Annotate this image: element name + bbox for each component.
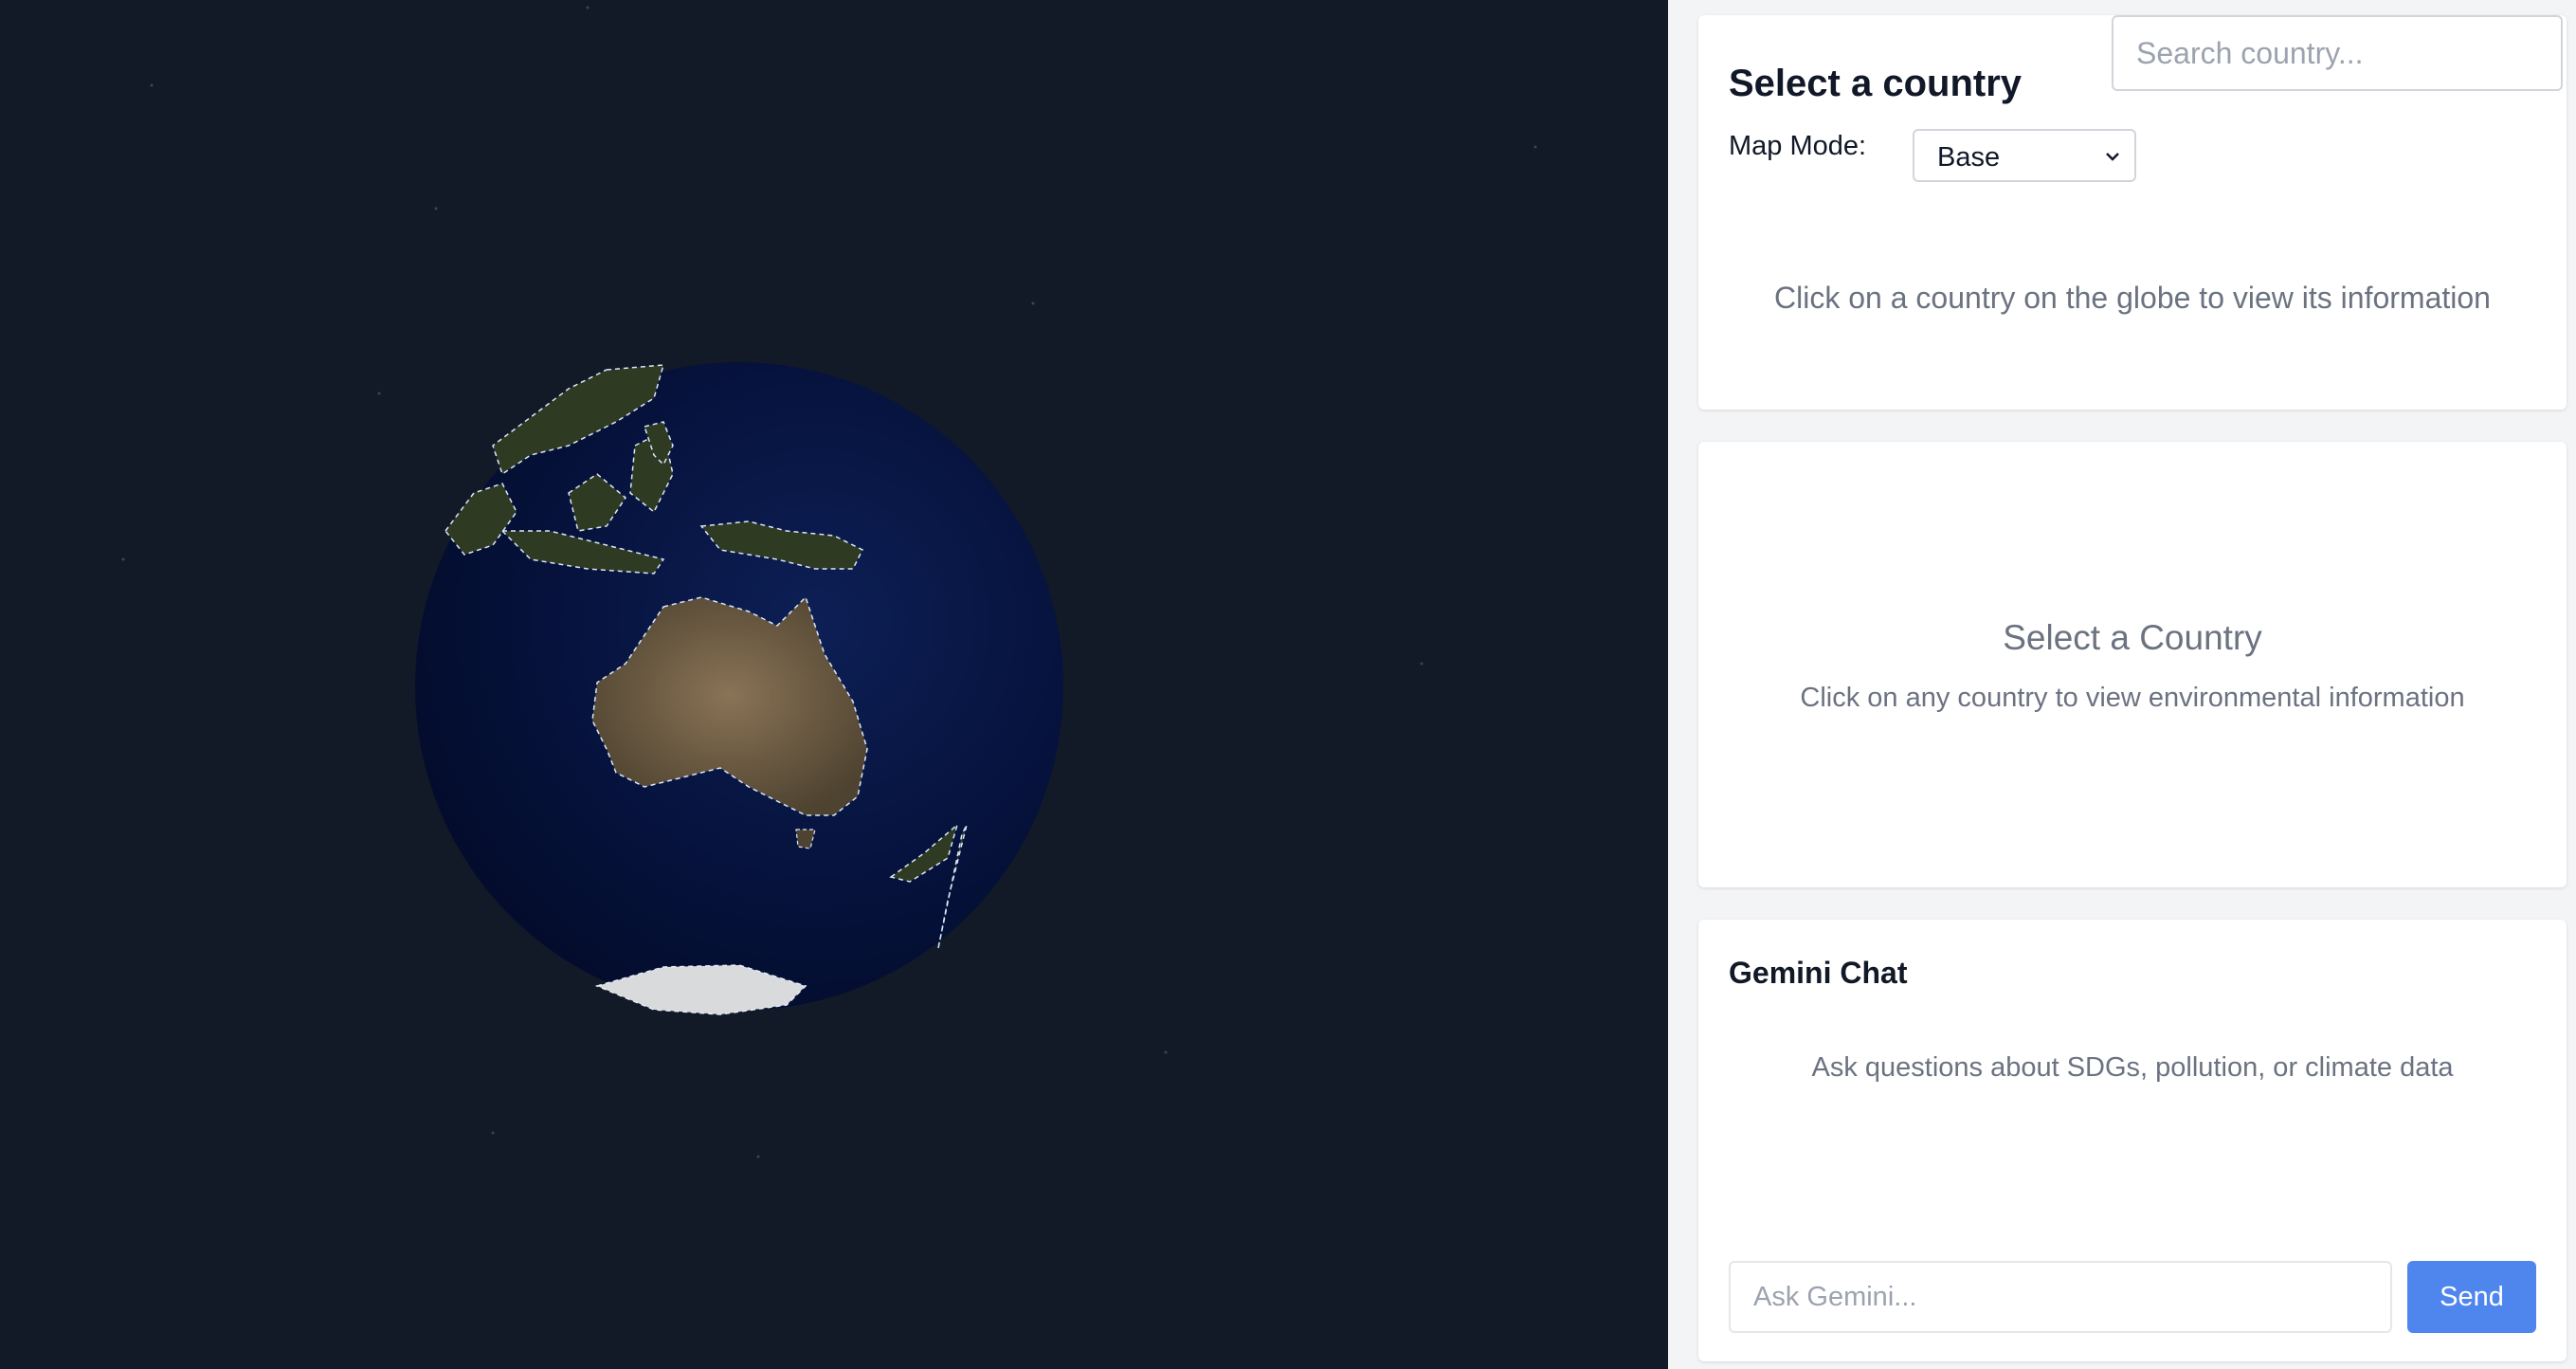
country-panel-title: Select a country — [1729, 63, 2023, 104]
chat-panel-title: Gemini Chat — [1729, 956, 1908, 990]
environment-panel-title: Select a Country — [2003, 618, 2262, 657]
map-mode-value: Base — [1937, 142, 2001, 173]
environment-card: Select a Country Click on any country to… — [1698, 442, 2567, 887]
app-root: Select a country Map Mode: Base Click on… — [0, 0, 2576, 1369]
country-hint-text: Click on a country on the globe to view … — [1774, 281, 2491, 315]
chat-input[interactable] — [1729, 1261, 2392, 1333]
globe-viewport[interactable] — [0, 0, 1668, 1369]
environment-hint-text: Click on any country to view environment… — [1800, 683, 2465, 713]
chevron-down-icon — [2106, 153, 2119, 161]
map-mode-select[interactable]: Base — [1913, 129, 2136, 182]
country-card: Select a country Map Mode: Base Click on… — [1698, 15, 2567, 410]
chat-card: Gemini Chat Ask questions about SDGs, po… — [1698, 920, 2567, 1361]
globe-canvas[interactable] — [0, 0, 1668, 1369]
chat-hint-text: Ask questions about SDGs, pollution, or … — [1811, 1052, 2454, 1083]
sidebar: Select a country Map Mode: Base Click on… — [1668, 0, 2576, 1369]
map-mode-label: Map Mode: — [1729, 131, 1867, 161]
send-button[interactable]: Send — [2407, 1261, 2536, 1333]
search-country-input[interactable] — [2112, 15, 2563, 91]
